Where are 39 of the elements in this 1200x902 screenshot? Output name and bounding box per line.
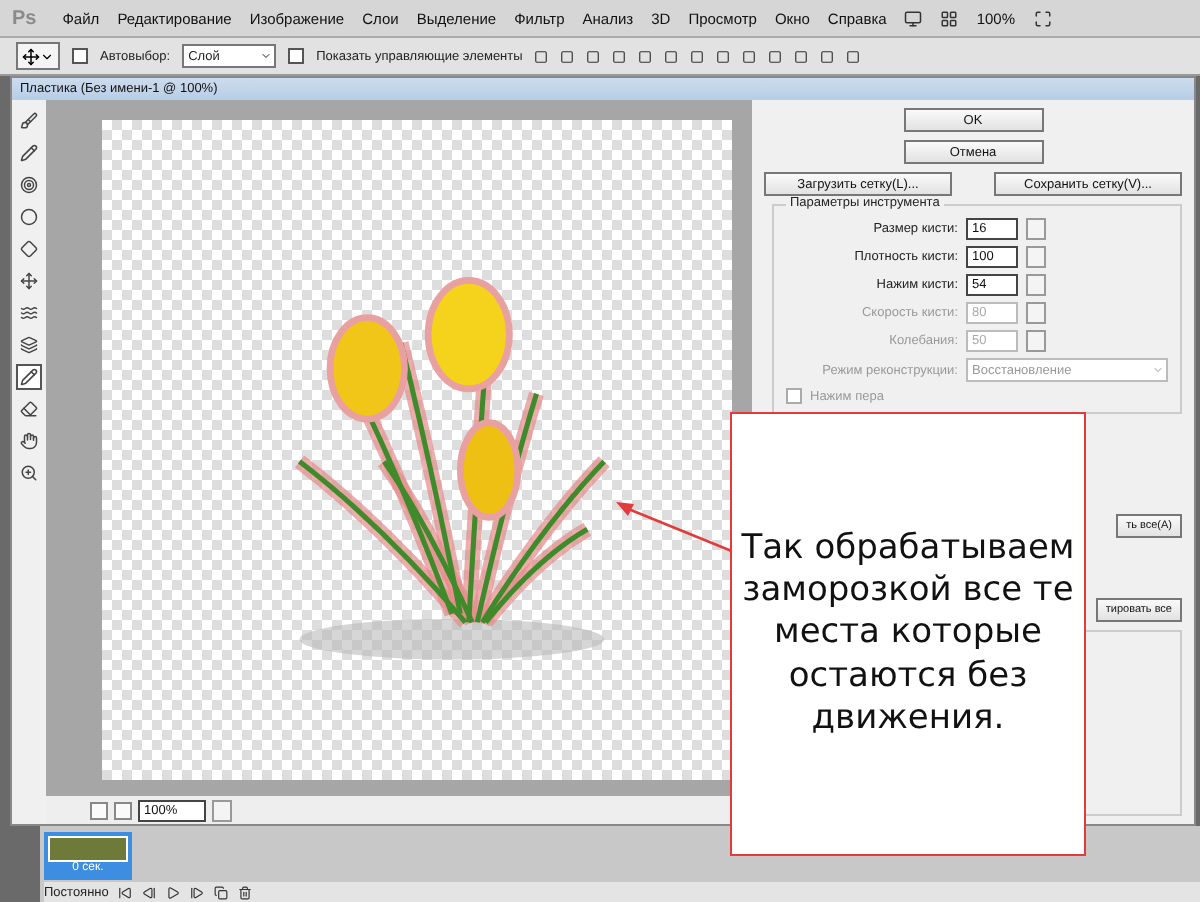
first-frame-icon[interactable] [118, 885, 133, 899]
layers-icon[interactable] [16, 332, 42, 358]
zoom-out-button[interactable] [90, 801, 108, 819]
move-icon [22, 47, 40, 65]
caret-icon [1152, 364, 1164, 376]
screen-icon[interactable] [904, 9, 923, 27]
zoom-icon[interactable] [16, 460, 42, 486]
move-tool-button[interactable] [16, 42, 60, 70]
slider-button[interactable] [1026, 274, 1046, 296]
pencil-icon[interactable] [16, 140, 42, 166]
next-frame-icon[interactable] [190, 885, 205, 899]
checkbox[interactable] [72, 48, 88, 64]
zoom-in-button[interactable] [114, 801, 132, 819]
hand-icon[interactable] [16, 428, 42, 454]
trash-icon[interactable] [238, 885, 253, 899]
frame-thumbnail [48, 836, 128, 862]
eraser-icon[interactable] [16, 396, 42, 422]
diamond-icon[interactable] [16, 236, 42, 262]
slider-button[interactable] [1026, 302, 1046, 324]
caret-icon [40, 49, 54, 63]
slider-button[interactable] [1026, 218, 1046, 240]
play-icon[interactable] [166, 885, 181, 899]
app-logo: Ps [12, 7, 37, 29]
pencil-icon[interactable] [16, 364, 42, 390]
duplicate-icon[interactable] [214, 885, 229, 899]
checkbox[interactable] [288, 48, 305, 64]
caret-icon [260, 50, 273, 62]
target-icon[interactable] [16, 172, 42, 198]
grid-icon[interactable] [940, 9, 959, 27]
brush-icon[interactable] [16, 108, 42, 134]
slider-button[interactable] [1026, 246, 1046, 268]
previous-frame-icon[interactable] [142, 885, 157, 899]
arrows-icon[interactable] [16, 268, 42, 294]
slider-button[interactable] [1026, 330, 1046, 352]
maximize-icon[interactable] [1033, 9, 1052, 27]
zoom-menu-button[interactable] [212, 799, 232, 821]
pointer-arrow [616, 502, 735, 554]
circle-icon[interactable] [16, 204, 42, 230]
callout-text: Так обрабатываем заморозкой все те места которые остаются без движения. [730, 412, 1086, 856]
